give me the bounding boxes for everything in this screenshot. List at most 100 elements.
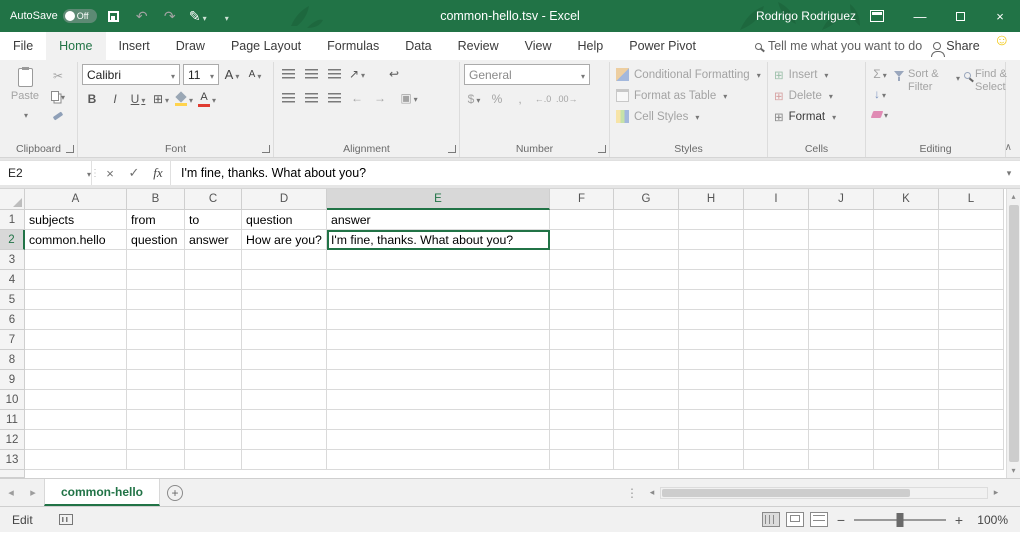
clipboard-dialog-launcher-icon[interactable]	[66, 145, 74, 153]
fill-button[interactable]: ↓	[870, 84, 890, 104]
row-header-10[interactable]: 10	[0, 390, 25, 410]
name-box[interactable]: E2	[0, 161, 92, 185]
cell-K7[interactable]	[874, 330, 939, 350]
formula-input[interactable]: I'm fine, thanks. What about you?	[170, 161, 998, 185]
sheetbar-grip-icon[interactable]: ⋮	[620, 479, 644, 506]
cell-B11[interactable]	[127, 410, 185, 430]
format-button[interactable]: ⊞ Format	[772, 106, 861, 127]
cell-C7[interactable]	[185, 330, 242, 350]
tab-draw[interactable]: Draw	[163, 32, 218, 60]
cell-J4[interactable]	[809, 270, 874, 290]
cell-E13[interactable]	[327, 450, 550, 470]
cell-E7[interactable]	[327, 330, 550, 350]
cell-E1[interactable]: answer	[327, 210, 550, 230]
cell-H8[interactable]	[679, 350, 744, 370]
cell-H5[interactable]	[679, 290, 744, 310]
cell-D7[interactable]	[242, 330, 327, 350]
cell-F6[interactable]	[550, 310, 614, 330]
new-sheet-button[interactable]: +	[160, 479, 190, 506]
column-header-L[interactable]: L	[939, 189, 1004, 210]
cell-B4[interactable]	[127, 270, 185, 290]
row-header-1[interactable]: 1	[0, 210, 25, 230]
cell-G7[interactable]	[614, 330, 679, 350]
align-right-button[interactable]	[324, 88, 344, 108]
cell-K8[interactable]	[874, 350, 939, 370]
column-header-B[interactable]: B	[127, 189, 185, 210]
cell-F1[interactable]	[550, 210, 614, 230]
orientation-button[interactable]: ↗	[347, 64, 367, 84]
sort-filter-button[interactable]: Sort & Filter	[894, 64, 960, 124]
number-format-combo[interactable]: General	[464, 64, 590, 85]
cell-K2[interactable]	[874, 230, 939, 250]
cell-E3[interactable]	[327, 250, 550, 270]
underline-button[interactable]: U	[128, 89, 148, 109]
cell-H13[interactable]	[679, 450, 744, 470]
borders-button[interactable]: ⊞	[151, 89, 171, 109]
cell-D8[interactable]	[242, 350, 327, 370]
decrease-decimal-button[interactable]: .00→	[556, 89, 578, 109]
insert-function-button[interactable]: fx	[146, 161, 170, 185]
cell-K4[interactable]	[874, 270, 939, 290]
column-header-G[interactable]: G	[614, 189, 679, 210]
horizontal-scrollbar[interactable]: ◂ ▸	[644, 479, 1004, 506]
cell-G10[interactable]	[614, 390, 679, 410]
cell-E11[interactable]	[327, 410, 550, 430]
middle-align-button[interactable]	[301, 64, 321, 84]
enter-entry-button[interactable]: ✓	[122, 161, 146, 185]
column-header-C[interactable]: C	[185, 189, 242, 210]
column-header-I[interactable]: I	[744, 189, 809, 210]
cell-L8[interactable]	[939, 350, 1004, 370]
cell-A7[interactable]	[25, 330, 127, 350]
cell-L13[interactable]	[939, 450, 1004, 470]
scroll-up-icon[interactable]: ▴	[1007, 189, 1020, 204]
row-header-11[interactable]: 11	[0, 410, 25, 430]
cell-K1[interactable]	[874, 210, 939, 230]
cell-I13[interactable]	[744, 450, 809, 470]
grow-font-button[interactable]: A	[222, 65, 242, 85]
collapse-ribbon-button[interactable]: ∧	[1005, 142, 1012, 153]
vertical-scrollbar-thumb[interactable]	[1009, 205, 1019, 462]
shrink-font-button[interactable]: A	[245, 65, 265, 85]
cell-K5[interactable]	[874, 290, 939, 310]
cell-I9[interactable]	[744, 370, 809, 390]
share-button[interactable]: Share	[933, 32, 979, 60]
cell-D10[interactable]	[242, 390, 327, 410]
column-header-E[interactable]: E	[327, 189, 550, 210]
cell-I11[interactable]	[744, 410, 809, 430]
cell-J1[interactable]	[809, 210, 874, 230]
cell-K10[interactable]	[874, 390, 939, 410]
horizontal-scrollbar-thumb[interactable]	[662, 489, 910, 497]
column-header-F[interactable]: F	[550, 189, 614, 210]
cell-L10[interactable]	[939, 390, 1004, 410]
cell-C8[interactable]	[185, 350, 242, 370]
format-as-table-button[interactable]: Format as Table	[614, 85, 763, 106]
tab-home[interactable]: Home	[46, 32, 105, 60]
cell-L3[interactable]	[939, 250, 1004, 270]
cell-A3[interactable]	[25, 250, 127, 270]
cell-L9[interactable]	[939, 370, 1004, 390]
cell-D4[interactable]	[242, 270, 327, 290]
feedback-smiley-icon[interactable]: ☺	[994, 32, 1010, 60]
cell-styles-button[interactable]: Cell Styles	[614, 106, 763, 127]
cell-G12[interactable]	[614, 430, 679, 450]
cell-C4[interactable]	[185, 270, 242, 290]
cell-J11[interactable]	[809, 410, 874, 430]
tab-power-pivot[interactable]: Power Pivot	[616, 32, 709, 60]
sheet-tab-common-hello[interactable]: common-hello	[44, 479, 160, 506]
cell-I1[interactable]	[744, 210, 809, 230]
cell-D5[interactable]	[242, 290, 327, 310]
close-button[interactable]: ×	[980, 0, 1020, 32]
redo-button[interactable]: ↷	[159, 4, 181, 28]
cell-K13[interactable]	[874, 450, 939, 470]
minimize-button[interactable]: —	[900, 0, 940, 32]
cell-L1[interactable]	[939, 210, 1004, 230]
tab-insert[interactable]: Insert	[106, 32, 163, 60]
font-color-button[interactable]: A	[197, 89, 217, 109]
cell-C6[interactable]	[185, 310, 242, 330]
accounting-format-button[interactable]: $	[464, 89, 484, 109]
cell-J6[interactable]	[809, 310, 874, 330]
cell-I12[interactable]	[744, 430, 809, 450]
align-left-button[interactable]	[278, 88, 298, 108]
cell-K6[interactable]	[874, 310, 939, 330]
find-select-button[interactable]: Find & Select	[964, 64, 1020, 124]
